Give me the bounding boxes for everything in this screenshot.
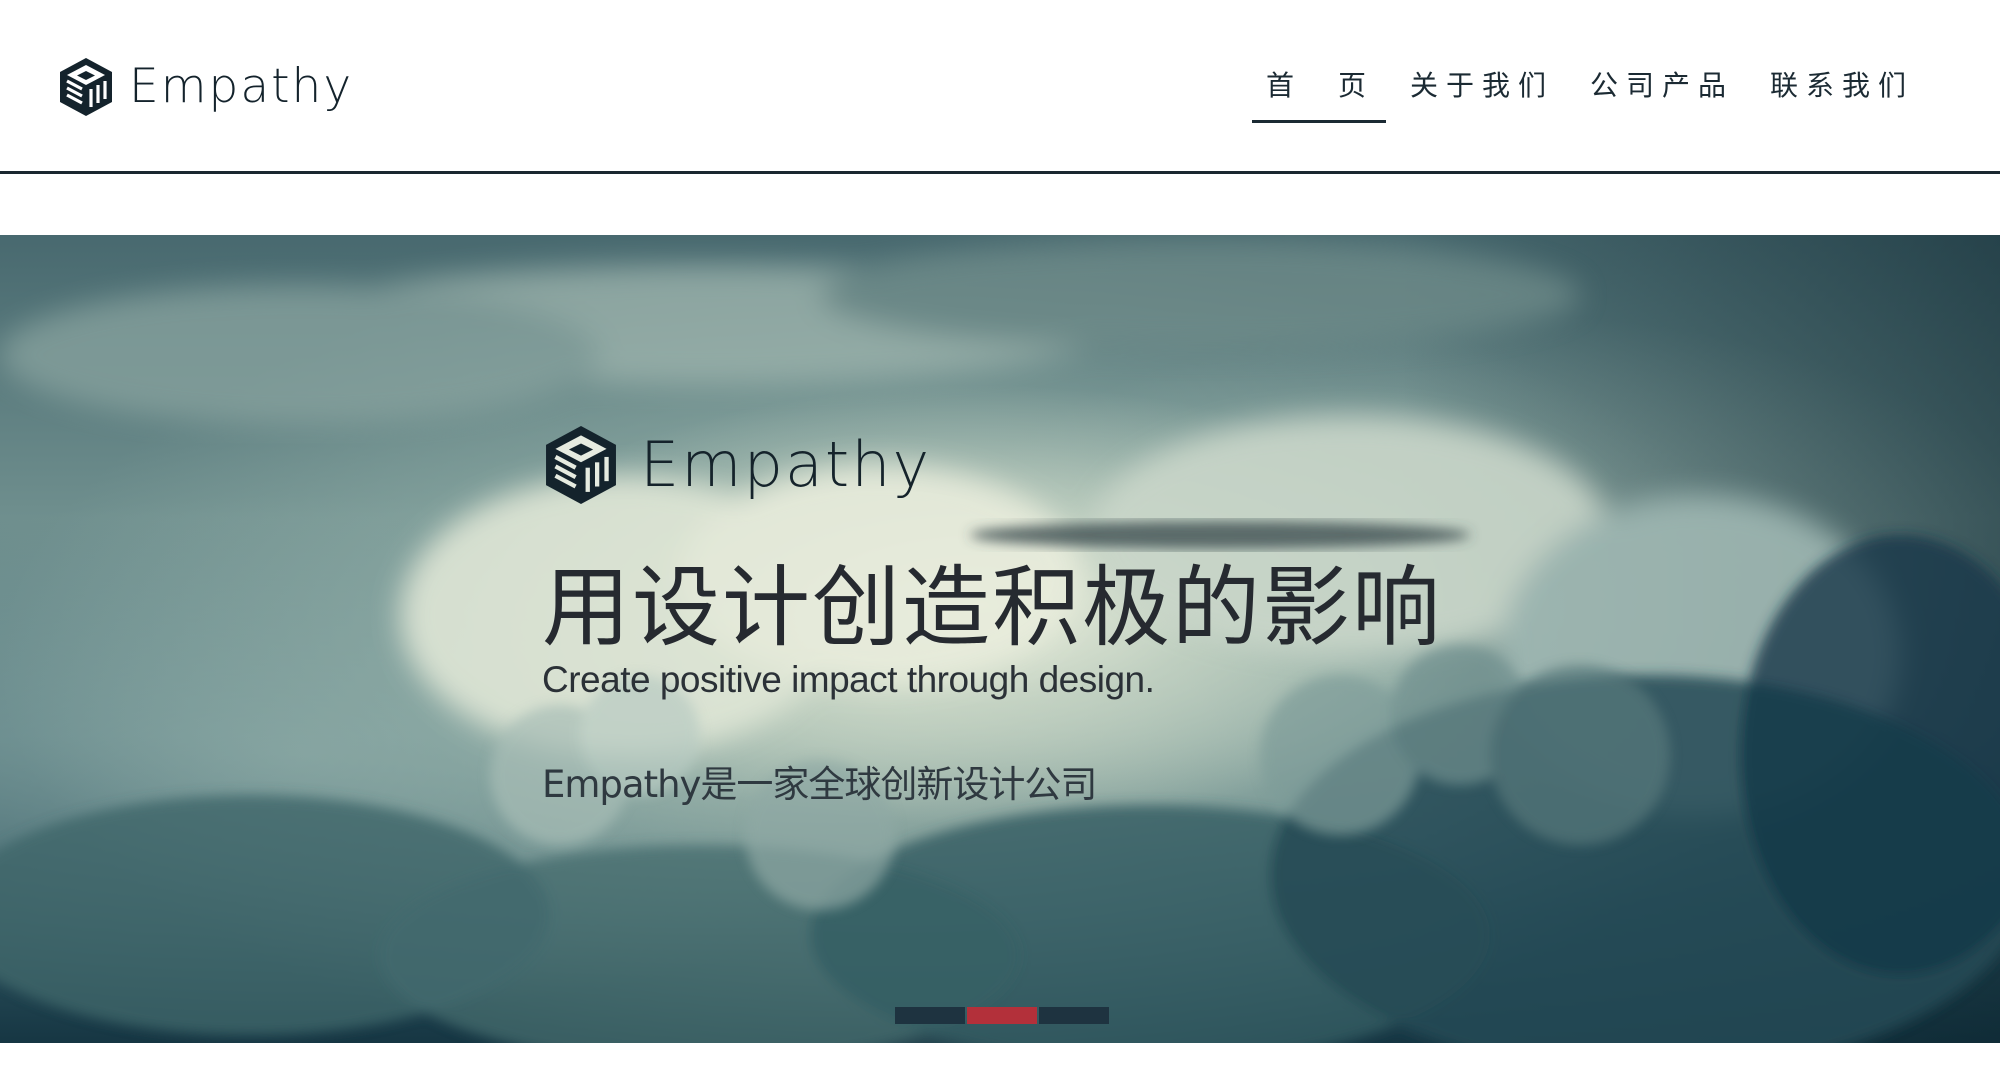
hero-banner: Empathy 用设计创造积极的影响 Create positive impac… bbox=[0, 235, 2000, 1043]
slider-pagination bbox=[895, 1007, 1111, 1024]
hero-content: Empathy 用设计创造积极的影响 Create positive impac… bbox=[542, 420, 1542, 810]
nav-item-contact[interactable]: 联系我们 bbox=[1756, 50, 1926, 123]
page: Empathy 首 页 关于我们 公司产品 联系我们 Empathy 用设计创造… bbox=[0, 0, 2000, 1065]
site-header: Empathy 首 页 关于我们 公司产品 联系我们 bbox=[0, 0, 2000, 174]
brand-name: Empathy bbox=[129, 59, 354, 114]
header-divider bbox=[0, 171, 2000, 174]
hero-brand: Empathy bbox=[542, 420, 1542, 510]
slider-dot-3[interactable] bbox=[1039, 1007, 1109, 1024]
cube-logo-icon bbox=[546, 426, 616, 504]
slider-dot-2[interactable] bbox=[967, 1007, 1037, 1024]
main-nav: 首 页 关于我们 公司产品 联系我们 bbox=[1242, 50, 1926, 123]
slider-dot-1[interactable] bbox=[895, 1007, 965, 1024]
nav-item-about[interactable]: 关于我们 bbox=[1396, 50, 1566, 123]
header-brand-link[interactable]: Empathy bbox=[57, 56, 353, 118]
nav-item-products[interactable]: 公司产品 bbox=[1576, 50, 1746, 123]
hero-subtitle: Create positive impact through design. bbox=[542, 659, 1155, 700]
nav-item-home[interactable]: 首 页 bbox=[1251, 50, 1386, 123]
hero-brand-name: Empathy bbox=[640, 428, 932, 501]
hero-description: Empathy是一家全球创新设计公司 bbox=[542, 763, 1097, 806]
cube-logo-icon bbox=[60, 58, 112, 116]
hero-title: 用设计创造积极的影响 bbox=[542, 556, 1443, 659]
